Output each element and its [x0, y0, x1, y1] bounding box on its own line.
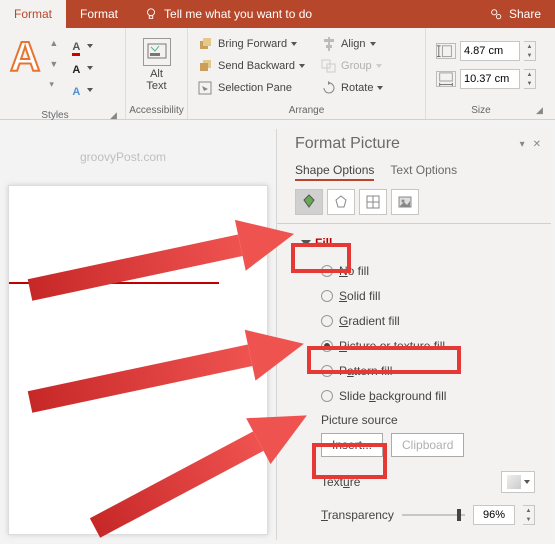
share-icon: [489, 7, 503, 21]
group-label-styles: Styles: [0, 108, 110, 124]
group-label: Group: [341, 60, 372, 72]
bring-forward-label: Bring Forward: [218, 38, 287, 50]
fill-option-slide-bg[interactable]: Slide background fill: [321, 389, 541, 403]
tab-format[interactable]: Format: [66, 0, 132, 28]
scroll-up-icon[interactable]: ▲: [49, 38, 59, 48]
tell-me-search[interactable]: Tell me what you want to do: [132, 0, 475, 28]
wordart-style-gallery[interactable]: A: [6, 34, 45, 78]
lightbulb-icon: [144, 7, 158, 21]
fill-line-tab-icon[interactable]: [295, 189, 323, 215]
fill-gradient-label: Gradient fill: [339, 314, 400, 328]
transparency-slider[interactable]: [402, 506, 465, 524]
align-button[interactable]: Align: [317, 34, 387, 54]
ribbon-group-styles: A ▲ ▼ ▾ A A A Styles◢: [0, 28, 126, 119]
fill-option-solid[interactable]: Solid fill: [321, 289, 541, 303]
text-fill-button[interactable]: A: [65, 40, 87, 56]
bring-forward-button[interactable]: Bring Forward: [194, 34, 309, 54]
effects-tab-icon[interactable]: [327, 189, 355, 215]
watermark-text: groovyPost.com: [80, 150, 166, 164]
width-icon: [436, 71, 456, 87]
ribbon-group-arrange: Bring Forward Send Backward Selection Pa…: [188, 28, 426, 119]
height-field[interactable]: ▲▼: [432, 40, 540, 62]
tell-me-text: Tell me what you want to do: [164, 7, 312, 21]
group-label-arrange: Arrange: [188, 103, 425, 119]
alt-text-button[interactable]: Alt Text: [135, 34, 179, 96]
pane-title: Format Picture: [295, 135, 400, 153]
send-backward-icon: [198, 59, 214, 73]
group-icon: [321, 59, 337, 73]
tab-format-active[interactable]: Format: [0, 0, 66, 28]
fill-slidebg-label: Slide background fill: [339, 389, 446, 403]
texture-label: Texture: [321, 475, 360, 489]
fill-option-none[interactable]: No fill: [321, 264, 541, 278]
slide-shape-line[interactable]: [9, 282, 219, 284]
transparency-label: Transparency: [321, 508, 394, 522]
fill-section-header[interactable]: Fill: [295, 234, 338, 252]
fill-picture-label: Picture or texture fill: [339, 339, 445, 353]
height-icon: [436, 43, 456, 59]
picture-source-label: Picture source: [321, 413, 541, 427]
fill-option-picture-texture[interactable]: Picture or texture fill: [321, 339, 541, 353]
selection-pane-button[interactable]: Selection Pane: [194, 78, 309, 98]
align-label: Align: [341, 38, 365, 50]
width-field[interactable]: ▲▼: [432, 68, 540, 90]
ribbon: A ▲ ▼ ▾ A A A Styles◢ Alt Text Accessibi…: [0, 28, 555, 120]
send-backward-button[interactable]: Send Backward: [194, 56, 309, 76]
alt-text-icon: [143, 38, 171, 66]
text-effects-button[interactable]: A: [65, 84, 87, 100]
insert-picture-button[interactable]: Insert...: [321, 433, 383, 457]
text-outline-button[interactable]: A: [65, 62, 87, 78]
pane-close-icon[interactable]: ✕: [533, 139, 541, 150]
collapse-triangle-icon: [301, 240, 311, 246]
share-button[interactable]: Share: [475, 0, 555, 28]
size-launcher-icon[interactable]: ◢: [536, 105, 548, 117]
fill-none-label: No fill: [339, 264, 369, 278]
fill-option-pattern[interactable]: Pattern fill: [321, 364, 541, 378]
title-bar: Format Format Tell me what you want to d…: [0, 0, 555, 28]
height-input[interactable]: [460, 41, 520, 61]
rotate-label: Rotate: [341, 82, 373, 94]
fill-label: Fill: [315, 236, 332, 250]
align-icon: [321, 37, 337, 51]
transparency-spinner[interactable]: ▲▼: [523, 505, 535, 525]
fill-pattern-label: Pattern fill: [339, 364, 392, 378]
slide-canvas[interactable]: [8, 185, 268, 535]
bring-forward-icon: [198, 37, 214, 51]
scroll-down-icon[interactable]: ▼: [49, 59, 59, 69]
ribbon-group-size: ▲▼ ▲▼ Size◢: [426, 28, 551, 119]
rotate-icon: [321, 81, 337, 95]
text-options-tab[interactable]: Text Options: [390, 163, 457, 181]
texture-swatch-icon: [507, 475, 521, 489]
group-label-size: Size: [426, 103, 536, 119]
width-spinner[interactable]: ▲▼: [524, 69, 536, 89]
clipboard-button[interactable]: Clipboard: [391, 433, 464, 457]
send-backward-label: Send Backward: [218, 60, 295, 72]
picture-tab-icon[interactable]: [391, 189, 419, 215]
alt-text-label: Alt Text: [143, 68, 171, 92]
pane-menu-icon[interactable]: ▾: [520, 139, 525, 150]
share-label: Share: [509, 7, 541, 21]
fill-option-gradient[interactable]: Gradient fill: [321, 314, 541, 328]
transparency-input[interactable]: [473, 505, 515, 525]
selection-pane-icon: [198, 81, 214, 95]
expand-gallery-icon[interactable]: ▾: [49, 79, 59, 90]
shape-options-tab[interactable]: Shape Options: [295, 163, 374, 181]
styles-launcher-icon[interactable]: ◢: [110, 110, 122, 122]
selection-pane-label: Selection Pane: [218, 82, 292, 94]
ribbon-group-accessibility: Alt Text Accessibility: [126, 28, 188, 119]
group-button[interactable]: Group: [317, 56, 387, 76]
texture-picker[interactable]: [501, 471, 535, 493]
width-input[interactable]: [460, 69, 520, 89]
size-props-tab-icon[interactable]: [359, 189, 387, 215]
group-label-accessibility: Accessibility: [126, 103, 187, 119]
fill-solid-label: Solid fill: [339, 289, 380, 303]
height-spinner[interactable]: ▲▼: [524, 41, 536, 61]
format-picture-pane: Format Picture ▾ ✕ Shape Options Text Op…: [276, 129, 551, 540]
rotate-button[interactable]: Rotate: [317, 78, 387, 98]
